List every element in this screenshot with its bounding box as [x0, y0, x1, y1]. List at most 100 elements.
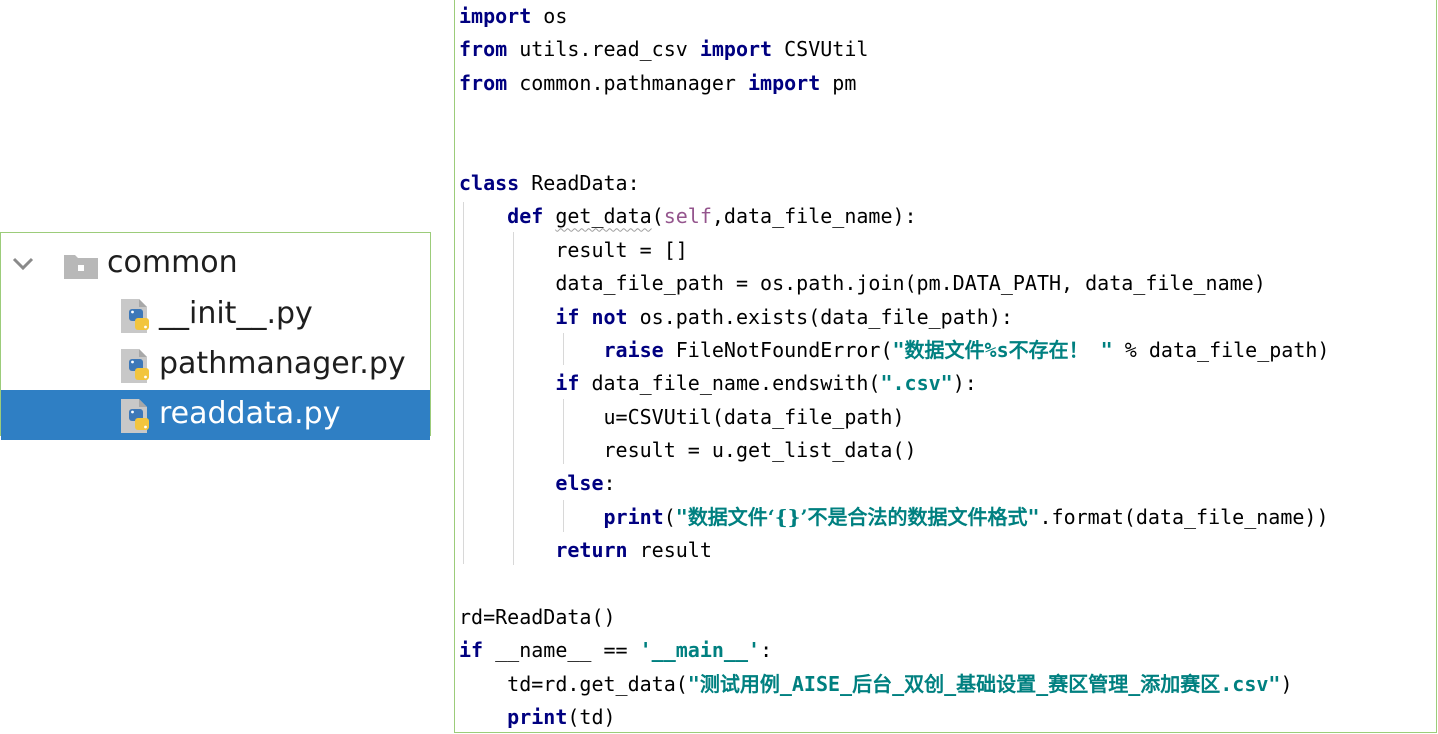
code-token: 数据文件: [904, 337, 985, 362]
code-token: raise: [603, 337, 664, 362]
project-tree: common __init__.py pathmanager.py readda…: [0, 232, 431, 440]
code-token: pm: [820, 70, 857, 95]
code-token: rd=ReadData(): [459, 605, 616, 630]
code-line[interactable]: def get_data(self,data_file_name):: [459, 200, 1329, 233]
code-token: 数据文件‘{}’不是合法的数据文件格式: [687, 504, 1028, 529]
chevron-down-icon[interactable]: [11, 255, 35, 273]
python-file-icon: [121, 349, 149, 383]
code-line[interactable]: else:: [459, 467, 1329, 500]
code-line[interactable]: u=CSVUtil(data_file_path): [459, 401, 1329, 434]
code-token: ReadData:: [519, 170, 640, 195]
code-token: class: [459, 170, 520, 195]
folder-icon: [64, 255, 98, 279]
code-line[interactable]: data_file_path = os.path.join(pm.DATA_PA…: [459, 267, 1329, 300]
code-token: result = []: [459, 237, 688, 262]
tree-file-pathmanager[interactable]: pathmanager.py: [1, 340, 430, 390]
code-token: _: [944, 671, 957, 696]
code-line[interactable]: print("数据文件‘{}’不是合法的数据文件格式".format(data_…: [459, 501, 1329, 534]
code-token: ): [1280, 671, 1293, 696]
code-token: __name__ ==: [483, 638, 640, 663]
code-token: :: [760, 638, 773, 663]
code-line[interactable]: from common.pathmanager import pm: [459, 67, 1329, 100]
code-token: _: [892, 671, 905, 696]
code-line[interactable]: rd=ReadData(): [459, 601, 1329, 634]
code-token: common.pathmanager: [507, 70, 748, 95]
tree-file-init[interactable]: __init__.py: [1, 290, 430, 340]
tree-folder-label: common: [107, 245, 238, 280]
code-line[interactable]: print(td): [459, 701, 1329, 734]
code-token: self: [663, 204, 712, 229]
code-line[interactable]: result = u.get_list_data(): [459, 434, 1329, 467]
code-token: %s: [984, 337, 1009, 362]
code-token: (: [663, 504, 676, 529]
code-token: ,data_file_name):: [711, 204, 917, 229]
code-line[interactable]: return result: [459, 534, 1329, 567]
code-token: import: [459, 4, 532, 28]
code-token: .format(data_file_name)): [1039, 504, 1329, 529]
code-line[interactable]: if not os.path.exists(data_file_path):: [459, 301, 1329, 334]
code-token: 双创: [904, 671, 945, 696]
code-line[interactable]: if __name__ == '__main__':: [459, 634, 1329, 667]
code-token: ):: [952, 371, 977, 396]
code-token: % data_file_path): [1112, 337, 1330, 362]
code-token: ": [892, 337, 905, 362]
code-token: _: [1036, 671, 1049, 696]
code-token: 添加赛区: [1140, 671, 1221, 696]
code-token: ": [675, 504, 688, 529]
tree-folder-common[interactable]: common: [1, 239, 430, 289]
code-token: if: [459, 638, 484, 663]
code-token: 基础设置: [956, 671, 1037, 696]
tree-file-label: readdata.py: [159, 396, 341, 431]
code-line[interactable]: from utils.read_csv import CSVUtil: [459, 33, 1329, 66]
code-token: from: [459, 37, 508, 62]
code-token: td=rd.get_data(: [459, 671, 688, 696]
code-token: print: [603, 504, 664, 529]
code-editor[interactable]: import os from utils.read_csv import CSVU…: [454, 0, 1437, 733]
code-token: utils.read_csv: [507, 37, 700, 62]
python-file-icon: [121, 399, 149, 433]
code-line[interactable]: result = []: [459, 234, 1329, 267]
code-token: 后台: [852, 671, 893, 696]
code-token: (: [651, 204, 664, 229]
code-token: u=CSVUtil(data_file_path): [459, 404, 905, 429]
code-token: :: [603, 471, 616, 496]
code-token: if: [555, 371, 580, 396]
code-line[interactable]: class ReadData:: [459, 167, 1329, 200]
code-token: from: [459, 70, 508, 95]
code-token: print: [507, 705, 568, 730]
code-token: data_file_name.endswith(: [579, 371, 881, 396]
code-token: ".csv": [880, 371, 953, 396]
code-line[interactable]: raise FileNotFoundError("数据文件%s不存在！ " % …: [459, 334, 1330, 367]
code-token: .csv": [1220, 671, 1281, 696]
code-line[interactable]: if data_file_name.endswith(".csv"):: [459, 367, 1329, 400]
code-token: ": [687, 671, 700, 696]
code-token: CSVUtil: [772, 37, 869, 62]
code-token: 不存在！: [1008, 337, 1089, 362]
code-token: (td): [567, 705, 616, 730]
code-line[interactable]: import os: [459, 0, 1329, 33]
code-line[interactable]: [459, 568, 1329, 601]
code-content[interactable]: import os from utils.read_csv import CSVU…: [459, 0, 1329, 734]
code-token: result = u.get_list_data(): [459, 438, 917, 463]
code-token: os.path.exists(data_file_path):: [627, 304, 1013, 329]
code-line[interactable]: [459, 100, 1329, 133]
code-token: _: [1128, 671, 1141, 696]
code-token: import: [699, 37, 773, 62]
code-line[interactable]: td=rd.get_data("测试用例_AISE_后台_双创_基础设置_赛区管…: [459, 668, 1329, 701]
code-token: 测试用例: [699, 671, 780, 696]
tree-file-label: __init__.py: [159, 296, 313, 331]
python-file-icon: [121, 299, 149, 333]
tree-file-readdata[interactable]: readdata.py: [1, 390, 430, 440]
code-line[interactable]: [459, 134, 1329, 167]
code-token: result: [627, 538, 712, 563]
code-token: data_file_path = os.path.join(pm.DATA_PA…: [459, 271, 1266, 296]
